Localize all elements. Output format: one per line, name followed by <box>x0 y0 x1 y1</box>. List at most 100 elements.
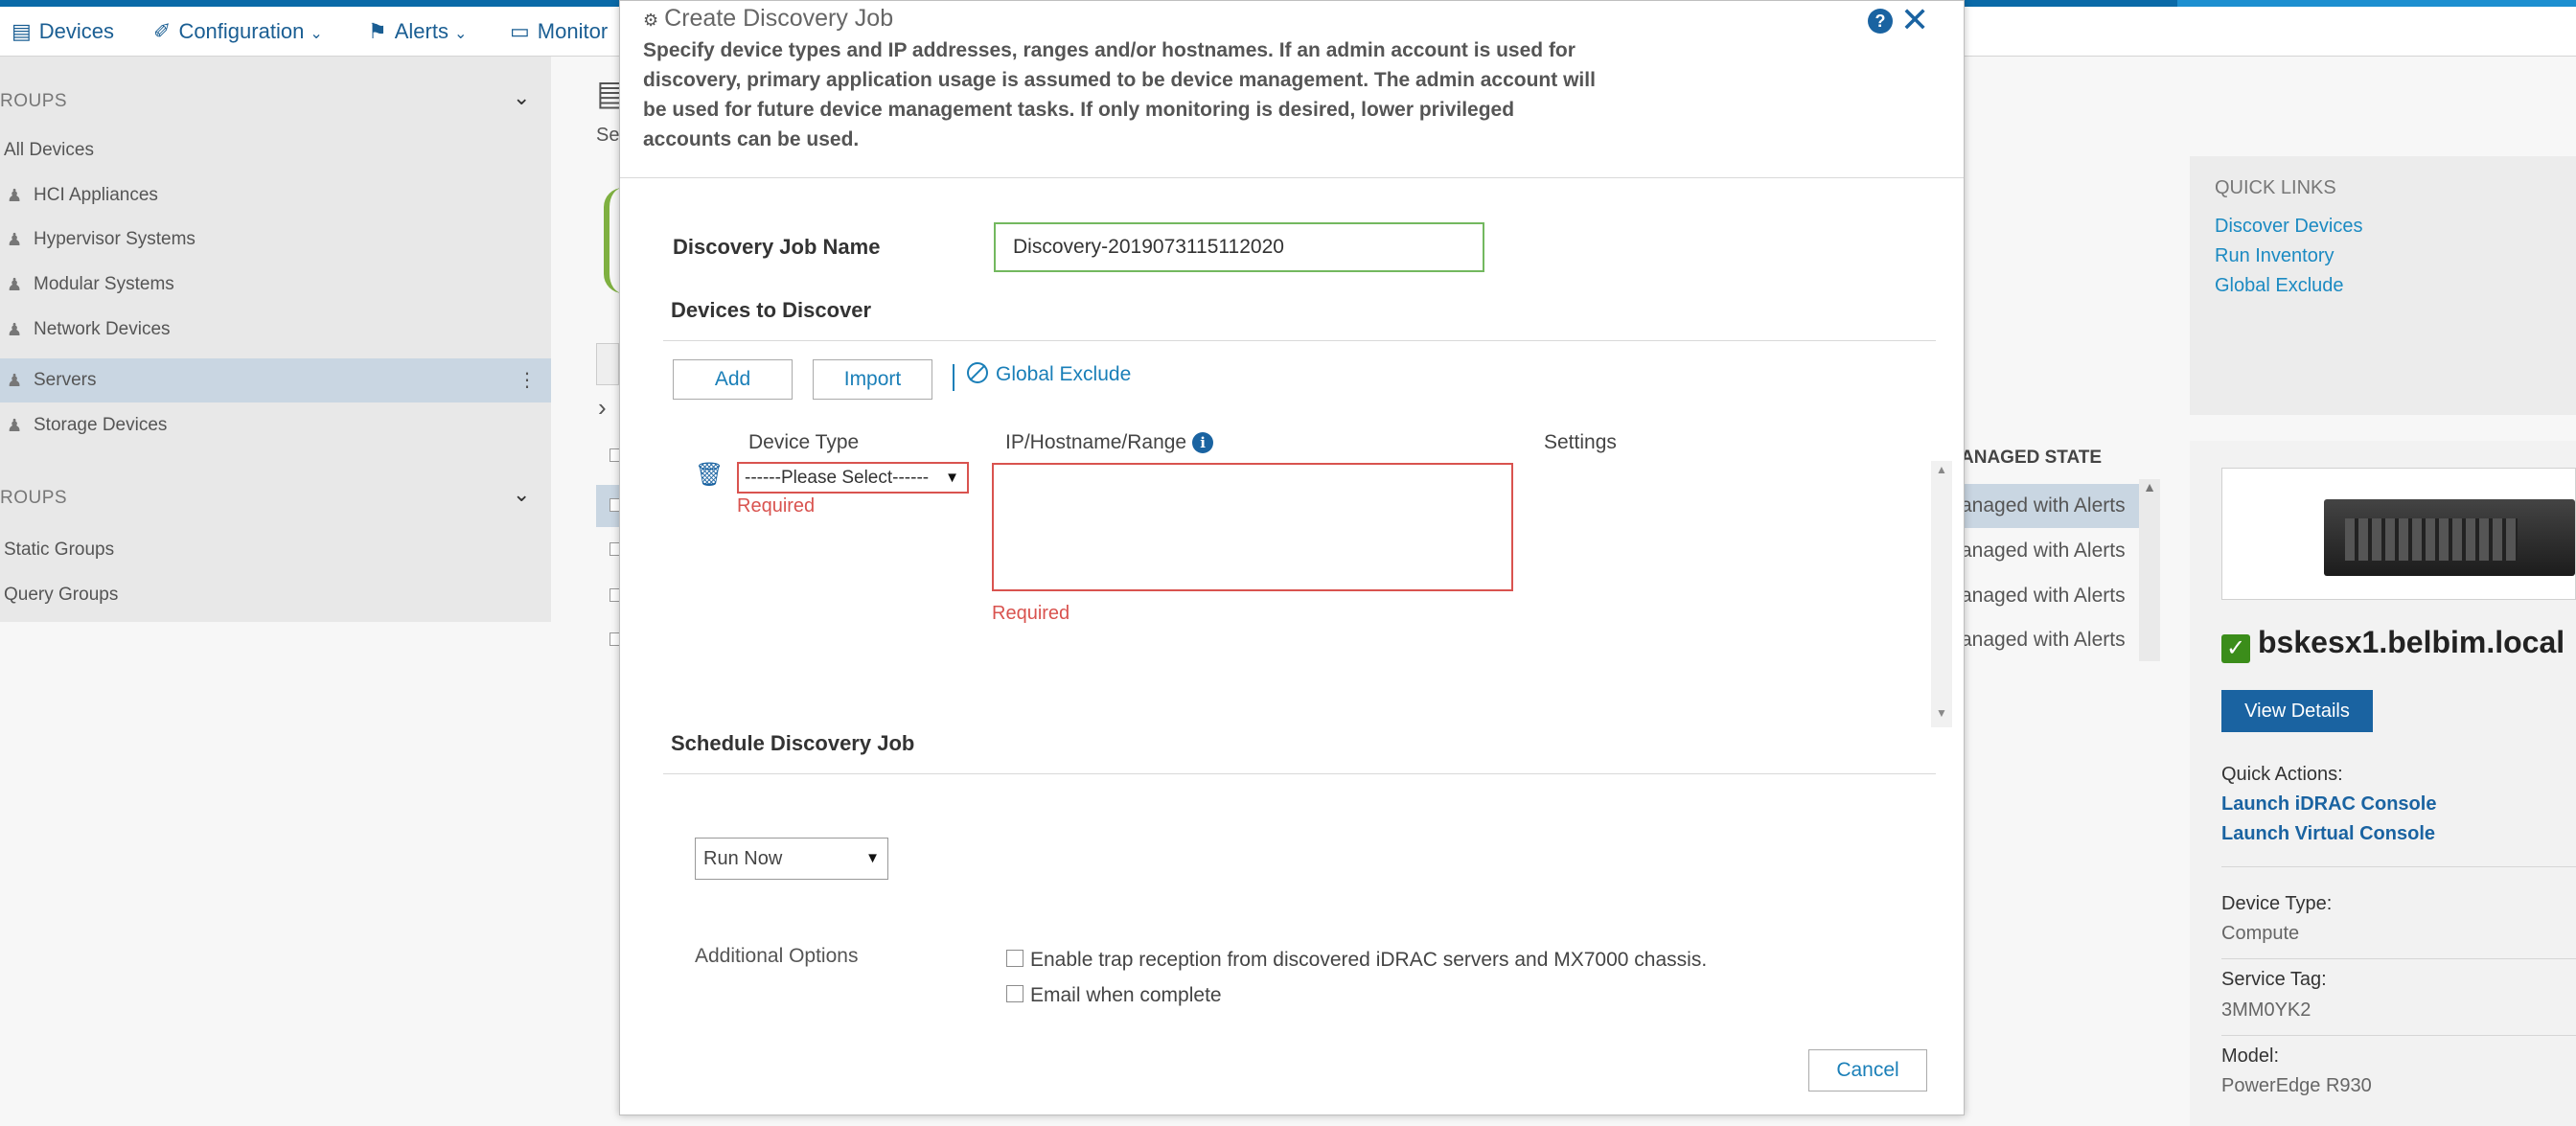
device-type-select[interactable]: ------Please Select------ ▼ <box>737 462 969 494</box>
schedule-section-title: Schedule Discovery Job <box>671 731 915 755</box>
group-icon: ♟ <box>7 371 23 390</box>
nav-monitor[interactable]: ▭ Monitor <box>510 19 608 44</box>
managed-state-cell: anaged with Alerts <box>1955 484 2147 528</box>
managed-state-cell: anaged with Alerts <box>1961 540 2126 562</box>
schedule-select[interactable]: Run Now ▼ <box>695 838 888 880</box>
configuration-icon: ✐ <box>153 19 172 43</box>
managed-state-cell: anaged with Alerts <box>1961 629 2126 651</box>
close-icon[interactable]: ✕ <box>1900 1 1929 39</box>
launch-virtual-console-link[interactable]: Launch Virtual Console <box>2221 823 2435 845</box>
link-run-inventory[interactable]: Run Inventory <box>2215 245 2334 267</box>
tree-item-servers[interactable]: ♟ Servers ⋮ <box>0 358 551 402</box>
dropdown-arrow-icon: ▼ <box>865 850 880 866</box>
group-icon: ♟ <box>7 320 23 339</box>
enable-trap-label[interactable]: Enable trap reception from discovered iD… <box>1030 949 1707 972</box>
job-name-label: Discovery Job Name <box>673 235 881 259</box>
table-scrollbar[interactable]: ▲ <box>2139 479 2160 661</box>
tree-item-hypervisor-systems[interactable]: ♟ Hypervisor Systems <box>0 218 551 262</box>
link-discover-devices[interactable]: Discover Devices <box>2215 216 2362 238</box>
device-type-value: Compute <box>2221 923 2300 944</box>
ban-icon <box>967 362 988 383</box>
job-name-input[interactable] <box>994 222 1484 272</box>
link-global-exclude[interactable]: Global Exclude <box>2215 275 2344 297</box>
tree-item-all-devices[interactable]: All Devices <box>0 128 551 172</box>
additional-options-label: Additional Options <box>695 945 859 967</box>
monitor-icon: ▭ <box>510 19 530 43</box>
ip-required-error: Required <box>992 603 1070 624</box>
global-exclude-link[interactable]: Global Exclude <box>967 362 1131 386</box>
managed-state-header: ANAGED STATE <box>1961 448 2103 468</box>
device-detail-panel: ✓ bskesx1.belbim.local View Details Quick… <box>2190 441 2576 1126</box>
server-chassis <box>2324 499 2575 576</box>
group-icon: ♟ <box>7 230 23 249</box>
service-tag-value: 3MM0YK2 <box>2221 1000 2312 1021</box>
dialog-header: ⚙ Create Discovery Job Specify device typ… <box>620 1 1964 178</box>
groups-panel: ROUPS ⌄ All Devices ♟ HCI Appliances ♟ Hyp… <box>0 57 551 622</box>
model-value: PowerEdge R930 <box>2221 1075 2372 1096</box>
groups-heading: ROUPS <box>0 91 68 111</box>
add-button[interactable]: Add <box>673 359 793 400</box>
trash-icon[interactable]: 🗑 <box>695 461 724 489</box>
device-type-column-header: Device Type <box>748 431 860 453</box>
server-image <box>2221 468 2576 600</box>
gears-icon: ⚙ <box>643 11 659 30</box>
email-when-complete-label[interactable]: Email when complete <box>1030 984 1222 1007</box>
dialog-description: Specify device types and IP addresses, r… <box>643 39 1596 150</box>
tree-item-static-groups[interactable]: Static Groups <box>0 528 551 572</box>
tree-item-modular-systems[interactable]: ♟ Modular Systems <box>0 263 551 307</box>
chevron-down-icon[interactable]: ⌄ <box>513 482 530 507</box>
divider <box>953 364 954 391</box>
view-details-button[interactable]: View Details <box>2221 690 2373 732</box>
help-icon[interactable]: ? <box>1868 9 1893 34</box>
dropdown-arrow-icon: ▼ <box>945 470 959 486</box>
check-icon: ✓ <box>2221 634 2250 663</box>
info-icon[interactable]: i <box>1192 432 1214 453</box>
settings-column-header: Settings <box>1544 431 1617 453</box>
divider <box>2221 866 2576 867</box>
device-hostname: ✓ bskesx1.belbim.local <box>2221 625 2564 663</box>
page-subtitle-fragment: Se <box>596 125 620 146</box>
device-type-label: Device Type: <box>2221 893 2333 914</box>
quick-links-title: QUICK LINKS <box>2215 177 2336 198</box>
quick-actions-label: Quick Actions: <box>2221 764 2343 785</box>
nav-devices[interactable]: ▤ Devices <box>12 19 114 44</box>
email-when-complete-checkbox[interactable] <box>1006 985 1024 1002</box>
model-label: Model: <box>2221 1046 2280 1067</box>
group-icon: ♟ <box>7 416 23 435</box>
quick-links-panel: QUICK LINKS Discover Devices Run Invento… <box>2190 156 2576 415</box>
ip-hostname-column-header: IP/Hostname/Range i <box>1005 431 1214 454</box>
chevron-down-icon: ⌄ <box>453 26 468 42</box>
devices-section-title: Devices to Discover <box>671 298 872 322</box>
chevron-down-icon: ⌄ <box>310 26 323 42</box>
divider <box>2221 1035 2576 1036</box>
divider <box>663 340 1936 341</box>
group-icon: ♟ <box>7 275 23 294</box>
scroll-up-icon[interactable]: ▲ <box>1931 463 1952 476</box>
ip-hostname-range-input[interactable] <box>992 463 1513 591</box>
group-icon: ♟ <box>7 186 23 205</box>
create-discovery-job-dialog: ⚙ Create Discovery Job Specify device typ… <box>619 0 1965 1115</box>
devices-icon: ▤ <box>12 19 32 43</box>
divider <box>663 773 1936 774</box>
chevron-right-icon[interactable]: › <box>598 393 607 423</box>
cancel-button[interactable]: Cancel <box>1808 1049 1927 1092</box>
launch-idrac-console-link[interactable]: Launch iDRAC Console <box>2221 793 2436 816</box>
managed-state-cell: anaged with Alerts <box>1961 585 2126 607</box>
tree-item-hci-appliances[interactable]: ♟ HCI Appliances <box>0 173 551 218</box>
tree-item-query-groups[interactable]: Query Groups <box>0 573 551 617</box>
import-button[interactable]: Import <box>813 359 932 400</box>
service-tag-label: Service Tag: <box>2221 969 2327 990</box>
flag-icon: ⚑ <box>368 19 387 43</box>
nav-configuration[interactable]: ✐ Configuration ⌄ <box>153 19 323 44</box>
device-type-required-error: Required <box>737 495 816 517</box>
kebab-menu-icon[interactable]: ⋮ <box>518 358 537 402</box>
tree-item-storage-devices[interactable]: ♟ Storage Devices <box>0 403 551 448</box>
nav-alerts[interactable]: ⚑ Alerts ⌄ <box>368 19 467 44</box>
enable-trap-checkbox[interactable] <box>1006 950 1024 967</box>
dialog-title: ⚙ Create Discovery Job <box>643 5 894 32</box>
chevron-down-icon[interactable]: ⌄ <box>513 85 530 110</box>
scroll-down-icon[interactable]: ▼ <box>1931 706 1952 720</box>
grid-toolbar-edge <box>596 343 619 385</box>
devices-scrollbar[interactable]: ▲ ▼ <box>1931 461 1952 727</box>
tree-item-network-devices[interactable]: ♟ Network Devices <box>0 308 551 352</box>
